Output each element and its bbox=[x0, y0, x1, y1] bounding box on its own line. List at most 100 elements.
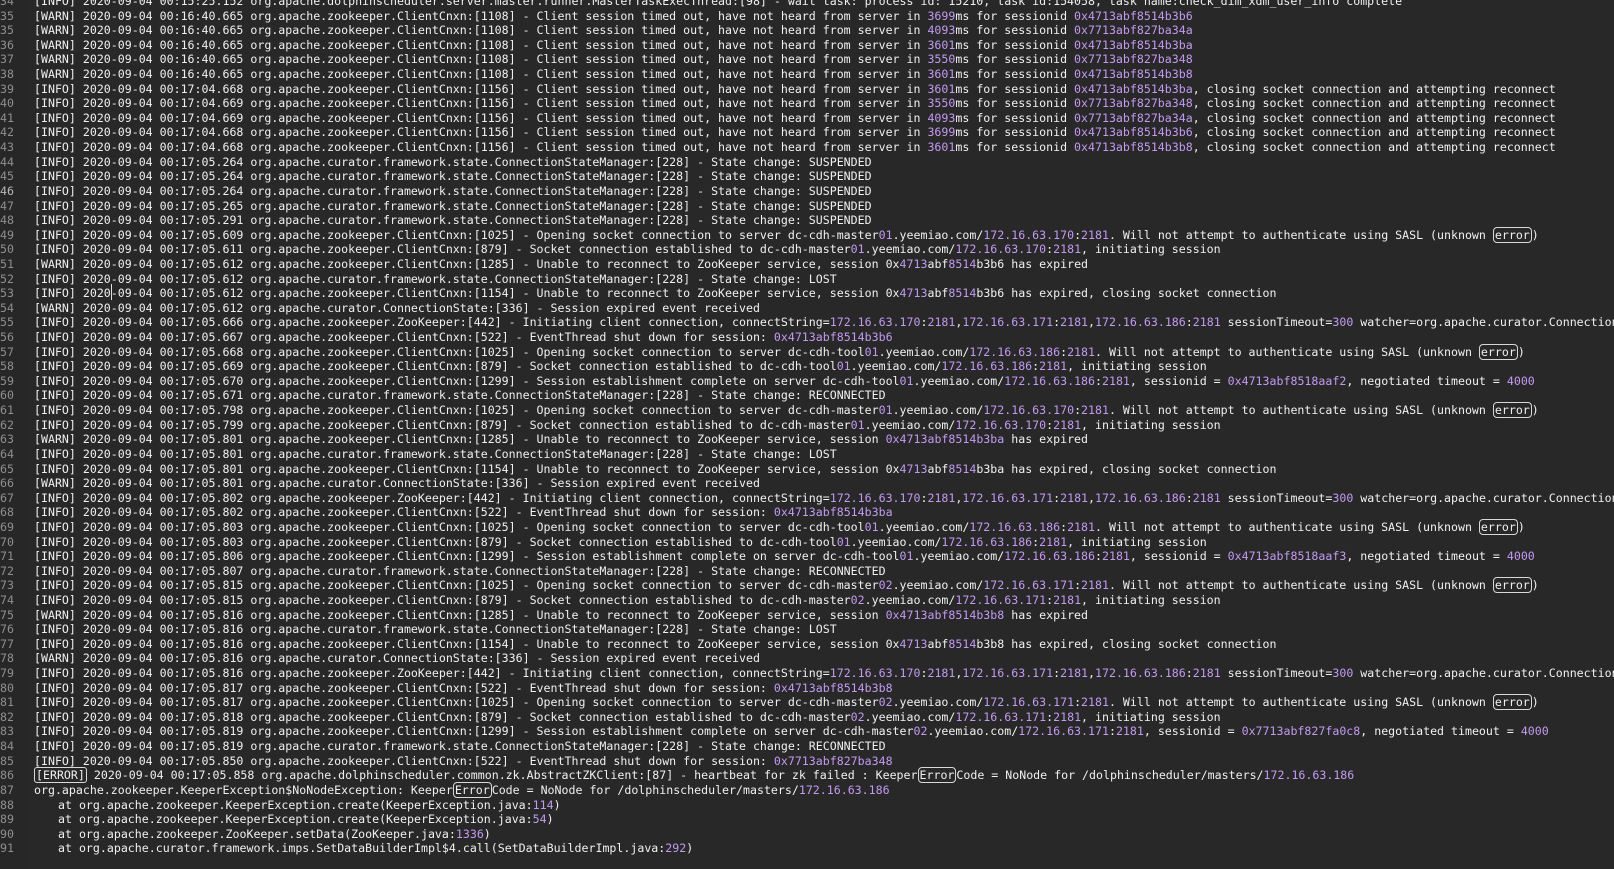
numeric-token: 3601 bbox=[927, 37, 956, 52]
line-number: 85 bbox=[0, 753, 14, 768]
log-text: [WARN] 2020-09-04 00:16:40.665 org.apach… bbox=[34, 23, 1193, 38]
text-token: [INFO] 2020-09-04 00:17:05.817 org.apach… bbox=[34, 695, 879, 710]
log-text: [INFO] 2020-09-04 00:17:04.668 org.apach… bbox=[34, 82, 1556, 97]
text-token: at org.apache.zookeeper.ZooKeeper.setDat… bbox=[58, 826, 456, 841]
text-token: , closing socket connection and attempti… bbox=[1192, 140, 1556, 155]
text-token: [INFO] 2020-09-04 00:17:05.816 org.apach… bbox=[34, 622, 837, 637]
text-token: [INFO] 2020-09-04 00:17:05.802 org.apach… bbox=[34, 505, 774, 520]
line-number: 35 bbox=[0, 8, 14, 23]
log-text: [INFO] 2020-09-04 00:17:05.802 org.apach… bbox=[34, 505, 893, 520]
log-line: 78 [WARN] 2020-09-04 00:17:05.816 org.apa… bbox=[0, 651, 1614, 666]
text-token: .yeemiao.com/ bbox=[864, 709, 956, 724]
text-token: : bbox=[1185, 315, 1193, 330]
log-text: [INFO] 2020-09-04 00:17:05.819 org.apach… bbox=[34, 724, 1549, 739]
numeric-token: 2181 bbox=[927, 490, 956, 505]
text-token: , negotiated timeout = bbox=[1360, 724, 1521, 739]
log-line: 36 [WARN] 2020-09-04 00:16:40.665 org.apa… bbox=[0, 38, 1614, 53]
log-text: [INFO] 2020-09-04 00:17:05.291 org.apach… bbox=[34, 213, 872, 228]
log-line: 71 [INFO] 2020-09-04 00:17:05.806 org.apa… bbox=[0, 549, 1614, 564]
text-token: abf bbox=[927, 636, 949, 651]
text-token: [INFO] 2020-09-04 00:17:05.801 org.apach… bbox=[34, 461, 886, 476]
numeric-token: 2181 bbox=[927, 315, 956, 330]
text-token: .yeemiao.com/ bbox=[878, 519, 970, 534]
numeric-token: 2181 bbox=[1060, 315, 1089, 330]
text-token: ms for sessionid bbox=[955, 140, 1075, 155]
search-match-highlight: error bbox=[1492, 694, 1532, 711]
log-text: [INFO] 2020-09-04 00:17:05.807 org.apach… bbox=[34, 564, 886, 579]
numeric-token: 4000 bbox=[1506, 373, 1535, 388]
log-line: 57 [INFO] 2020-09-04 00:17:05.668 org.apa… bbox=[0, 343, 1614, 360]
log-line: 49 [INFO] 2020-09-04 00:17:05.609 org.apa… bbox=[0, 226, 1614, 243]
text-token: [INFO] 2020-09-04 00:17:05.799 org.apach… bbox=[34, 417, 851, 432]
text-token: : bbox=[1074, 227, 1082, 242]
text-token: [INFO] 2020-09-04 00:17:05.806 org.apach… bbox=[34, 549, 900, 564]
text-token: , initiating session bbox=[1067, 534, 1207, 549]
line-number: 71 bbox=[0, 549, 14, 564]
log-text: [INFO] 2020-09-04 00:17:05.611 org.apach… bbox=[34, 242, 1221, 257]
log-text: [INFO] 2020-09-04 00:17:05.670 org.apach… bbox=[34, 374, 1535, 389]
line-number: 67 bbox=[0, 490, 14, 505]
line-number: 51 bbox=[0, 256, 14, 271]
numeric-token: 0x4713abf8514b3ba bbox=[1074, 81, 1193, 96]
text-token: [WARN] 2020-09-04 00:16:40.665 org.apach… bbox=[34, 67, 928, 82]
log-text: [INFO] 2020-09-04 00:17:05.671 org.apach… bbox=[34, 388, 886, 403]
numeric-token: 3601 bbox=[927, 81, 956, 96]
log-text: [INFO] 2020-09-04 00:17:05.803 org.apach… bbox=[34, 518, 1525, 535]
text-token: at org.apache.zookeeper.KeeperException.… bbox=[58, 812, 533, 827]
numeric-token: 0x4713abf8514b3b8 bbox=[885, 607, 1005, 622]
log-line: 61 [INFO] 2020-09-04 00:17:05.798 org.apa… bbox=[0, 402, 1614, 419]
numeric-token: 2181 bbox=[1067, 344, 1095, 359]
log-line: 83 [INFO] 2020-09-04 00:17:05.819 org.apa… bbox=[0, 724, 1614, 739]
line-number: 63 bbox=[0, 432, 14, 447]
text-token: .yeemiao.com/ bbox=[892, 578, 984, 593]
text-token: [INFO] 2020-09-04 00:17:05.816 org.apach… bbox=[34, 636, 886, 651]
line-number: 77 bbox=[0, 636, 14, 651]
log-text: [INFO] 2020-09-04 00:17:05.265 org.apach… bbox=[34, 199, 872, 214]
text-token: [WARN] 2020-09-04 00:17:05.612 org.apach… bbox=[34, 256, 886, 271]
log-text: [INFO] 2020-09-04 00:17:05.667 org.apach… bbox=[34, 330, 893, 345]
log-level-badge: [ERROR] bbox=[34, 767, 87, 784]
line-number: 75 bbox=[0, 607, 14, 622]
text-token: [WARN] 2020-09-04 00:16:40.665 org.apach… bbox=[34, 52, 928, 67]
numeric-token: 3550 bbox=[927, 52, 956, 67]
text-token: Code = NoNode for /dolphinscheduler/mast… bbox=[491, 782, 799, 797]
text-token: , bbox=[1088, 315, 1096, 330]
line-number: 87 bbox=[0, 782, 14, 797]
text-token: abf bbox=[927, 256, 949, 271]
log-line: 85 [INFO] 2020-09-04 00:17:05.850 org.apa… bbox=[0, 754, 1614, 769]
log-text: [INFO] 2020-09-04 00:17:05.264 org.apach… bbox=[34, 155, 872, 170]
text-token: [INFO] 2020-09-04 00:17:04.669 org.apach… bbox=[34, 96, 928, 111]
text-token: [INFO] 2020-09-04 00:17:05.803 org.apach… bbox=[34, 534, 837, 549]
numeric-token: 172.16.63.171 bbox=[955, 709, 1047, 724]
text-token: [INFO] 2020-09-04 00:17:05.815 org.apach… bbox=[34, 592, 851, 607]
line-number: 68 bbox=[0, 505, 14, 520]
numeric-token: 0x4713abf8514b3ba bbox=[773, 505, 893, 520]
numeric-token: 114 bbox=[532, 797, 554, 812]
numeric-token: 4000 bbox=[1520, 724, 1549, 739]
text-token: , bbox=[1088, 666, 1096, 681]
log-editor[interactable]: 34 [INFO] 2020-09-04 00:15:25.152 org.apa… bbox=[0, 0, 1614, 869]
log-line: 58 [INFO] 2020-09-04 00:17:05.669 org.apa… bbox=[0, 359, 1614, 374]
log-text: [INFO] 2020-09-04 00:17:05.816 org.apach… bbox=[34, 666, 1614, 681]
text-token: 0x bbox=[885, 461, 900, 476]
numeric-token: 172.16.63.171 bbox=[962, 666, 1054, 681]
numeric-token: 300 bbox=[1332, 666, 1354, 681]
text-token: ms for sessionid bbox=[955, 81, 1075, 96]
numeric-token: 8514 bbox=[948, 461, 977, 476]
text-token: .yeemiao.com/ bbox=[913, 549, 1005, 564]
line-number: 86 bbox=[0, 768, 14, 783]
log-line: 67 [INFO] 2020-09-04 00:17:05.802 org.apa… bbox=[0, 491, 1614, 506]
numeric-token: 54 bbox=[532, 812, 547, 827]
numeric-token: 172.16.63.186 bbox=[969, 344, 1061, 359]
numeric-token: 02 bbox=[878, 695, 893, 710]
text-token: ms for sessionid bbox=[955, 125, 1075, 140]
log-line: 35 [WARN] 2020-09-04 00:16:40.665 org.apa… bbox=[0, 9, 1614, 24]
text-token: .yeemiao.com/ bbox=[892, 227, 984, 242]
text-token: , initiating session bbox=[1067, 359, 1207, 374]
line-number: 34 bbox=[0, 0, 14, 8]
log-line: 75 [WARN] 2020-09-04 00:17:05.816 org.apa… bbox=[0, 608, 1614, 623]
text-token: [INFO] 2020-09-04 00:17:05.670 org.apach… bbox=[34, 373, 900, 388]
log-line: 59 [INFO] 2020-09-04 00:17:05.670 org.apa… bbox=[0, 374, 1614, 389]
log-line: 47 [INFO] 2020-09-04 00:17:05.265 org.apa… bbox=[0, 199, 1614, 214]
text-token: ms for sessionid bbox=[955, 52, 1075, 67]
